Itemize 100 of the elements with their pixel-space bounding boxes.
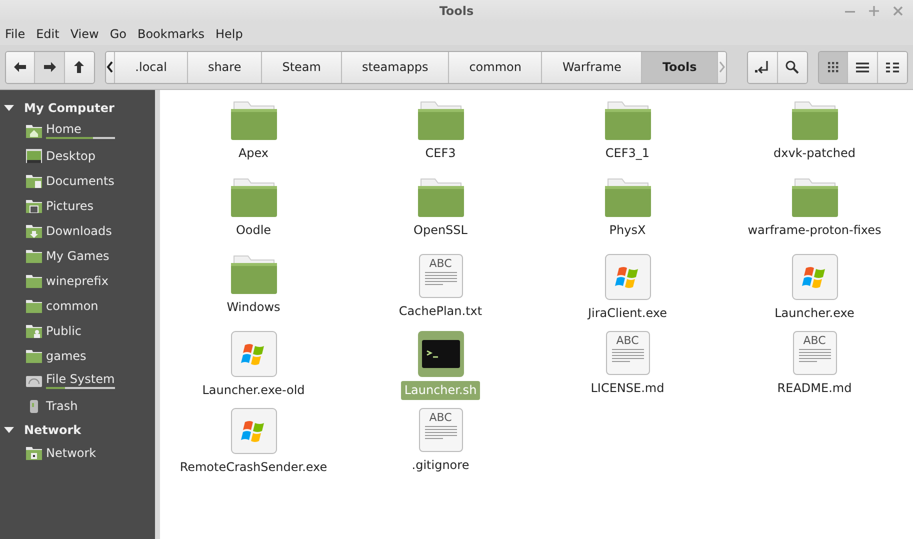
sidebar-item[interactable]: wineprefix xyxy=(0,268,155,293)
windows-logo-icon xyxy=(604,254,650,300)
sidebar-label: Documents xyxy=(46,174,114,188)
scroll-left-button[interactable] xyxy=(106,52,116,82)
return-arrow-icon xyxy=(755,60,770,74)
menu-item[interactable]: Edit xyxy=(36,26,60,40)
folder-icon xyxy=(790,177,838,217)
sidebar-label: games xyxy=(46,348,86,362)
path-button[interactable]: .local xyxy=(115,52,188,82)
sidebar-item[interactable]: My Games xyxy=(0,243,155,268)
section-heading: Network xyxy=(24,423,82,437)
grid-entry[interactable]: ABC CachePlan.txt xyxy=(350,254,530,331)
grid-entry[interactable]: CEF3 xyxy=(350,100,530,177)
file-name: CEF3_1 xyxy=(604,145,651,162)
view-mode-button[interactable] xyxy=(818,52,848,82)
drive-icon xyxy=(26,374,42,388)
grid-entry[interactable]: ABC LICENSE.md xyxy=(538,331,718,408)
sidebar-item[interactable]: Pictures xyxy=(0,193,155,218)
sidebar-item[interactable]: Desktop xyxy=(0,143,155,168)
expanded-triangle-icon[interactable] xyxy=(4,425,14,435)
location-toggle-button[interactable] xyxy=(748,52,778,82)
folder-icon xyxy=(26,124,42,138)
grid-entry[interactable]: PhysX xyxy=(538,177,718,254)
folder-icon xyxy=(230,177,278,217)
grid-entry[interactable]: ABC .gitignore xyxy=(350,408,530,485)
folder-icon xyxy=(26,224,42,238)
menu-item[interactable]: Go xyxy=(110,26,126,40)
folder-icon xyxy=(604,177,652,217)
grid-entry[interactable]: dxvk-patched xyxy=(724,100,904,177)
grid-entry[interactable]: Windows xyxy=(164,254,344,331)
window-title: Tools xyxy=(439,4,474,18)
folder-icon xyxy=(230,100,278,140)
grid-entry[interactable]: Oodle xyxy=(164,177,344,254)
sidebar-label: Downloads xyxy=(46,224,112,238)
view-mode-button[interactable] xyxy=(878,52,907,82)
list-icon xyxy=(856,62,869,72)
folder-icon xyxy=(604,100,652,140)
file-name: README.md xyxy=(776,380,853,397)
forward-button[interactable] xyxy=(35,52,65,82)
path-button[interactable]: common xyxy=(449,52,542,82)
grid-entry[interactable]: ABC README.md xyxy=(724,331,904,408)
sidebar-label: common xyxy=(46,298,98,312)
sidebar-item[interactable]: Home xyxy=(0,118,155,143)
folder-icon xyxy=(26,198,42,212)
grid-entry[interactable]: warframe-proton-fixes xyxy=(724,177,904,254)
path-button[interactable]: Steam xyxy=(262,52,342,82)
text-file-icon: ABC xyxy=(418,408,462,452)
sidebar-item[interactable]: File System xyxy=(0,368,155,393)
menu-item[interactable]: Bookmarks xyxy=(137,26,205,40)
grid-entry[interactable]: CEF3_1 xyxy=(538,100,718,177)
path-button[interactable]: Warframe xyxy=(542,52,642,82)
expanded-triangle-icon[interactable] xyxy=(4,103,14,113)
sidebar-label: Desktop xyxy=(46,148,96,162)
sidebar-label: Pictures xyxy=(46,198,94,212)
grid-entry[interactable]: OpenSSL xyxy=(350,177,530,254)
file-name: OpenSSL xyxy=(412,222,468,239)
search-button[interactable] xyxy=(778,52,807,82)
view-mode-button[interactable] xyxy=(848,52,878,82)
menu-item[interactable]: File xyxy=(5,26,26,40)
grid-entry[interactable]: Launcher.exe xyxy=(724,254,904,331)
file-name: dxvk-patched xyxy=(772,145,856,162)
folder-icon xyxy=(26,348,42,362)
path-button[interactable]: Tools xyxy=(642,52,718,82)
folder-icon xyxy=(416,100,464,140)
menu-item[interactable]: Help xyxy=(216,26,243,40)
sidebar-item[interactable]: Trash xyxy=(0,393,155,418)
file-name: Launcher.sh xyxy=(401,381,480,400)
file-name: .gitignore xyxy=(410,457,470,474)
folder-icon xyxy=(26,446,42,460)
sidebar-item[interactable]: Network xyxy=(0,440,155,465)
path-button[interactable]: share xyxy=(188,52,262,82)
file-name: CEF3 xyxy=(424,145,457,162)
back-button[interactable] xyxy=(6,52,36,82)
menu-item[interactable]: View xyxy=(70,26,99,40)
section-heading: My Computer xyxy=(24,101,114,115)
sidebar-item[interactable]: Downloads xyxy=(0,218,155,243)
sidebar-label: My Games xyxy=(46,248,110,262)
grid-entry[interactable]: Launcher.exe-old xyxy=(164,331,344,408)
file-name: CachePlan.txt xyxy=(398,303,484,320)
grid-entry[interactable]: Apex xyxy=(164,100,344,177)
folder-icon xyxy=(26,298,42,312)
folder-icon xyxy=(230,254,278,294)
search-icon xyxy=(785,60,800,74)
compact-list-icon xyxy=(886,62,899,72)
up-arrow-icon xyxy=(74,61,84,73)
grid-entry[interactable]: RemoteCrashSender.exe xyxy=(164,408,344,485)
sidebar-item[interactable]: Public xyxy=(0,318,155,343)
file-name: JiraClient.exe xyxy=(586,305,668,322)
file-name: RemoteCrashSender.exe xyxy=(178,459,328,476)
right-arrow-icon xyxy=(44,62,56,72)
grid-entry[interactable]: JiraClient.exe xyxy=(538,254,718,331)
sidebar-item[interactable]: Documents xyxy=(0,168,155,193)
left-arrow-icon xyxy=(14,62,26,72)
path-button[interactable]: steamapps xyxy=(342,52,450,82)
sidebar-item[interactable]: common xyxy=(0,293,155,318)
terminal-icon xyxy=(418,331,464,377)
file-name: Apex xyxy=(237,145,270,162)
sidebar-item[interactable]: games xyxy=(0,343,155,368)
sidebar-label: Trash xyxy=(46,398,78,412)
up-button[interactable] xyxy=(64,52,94,82)
